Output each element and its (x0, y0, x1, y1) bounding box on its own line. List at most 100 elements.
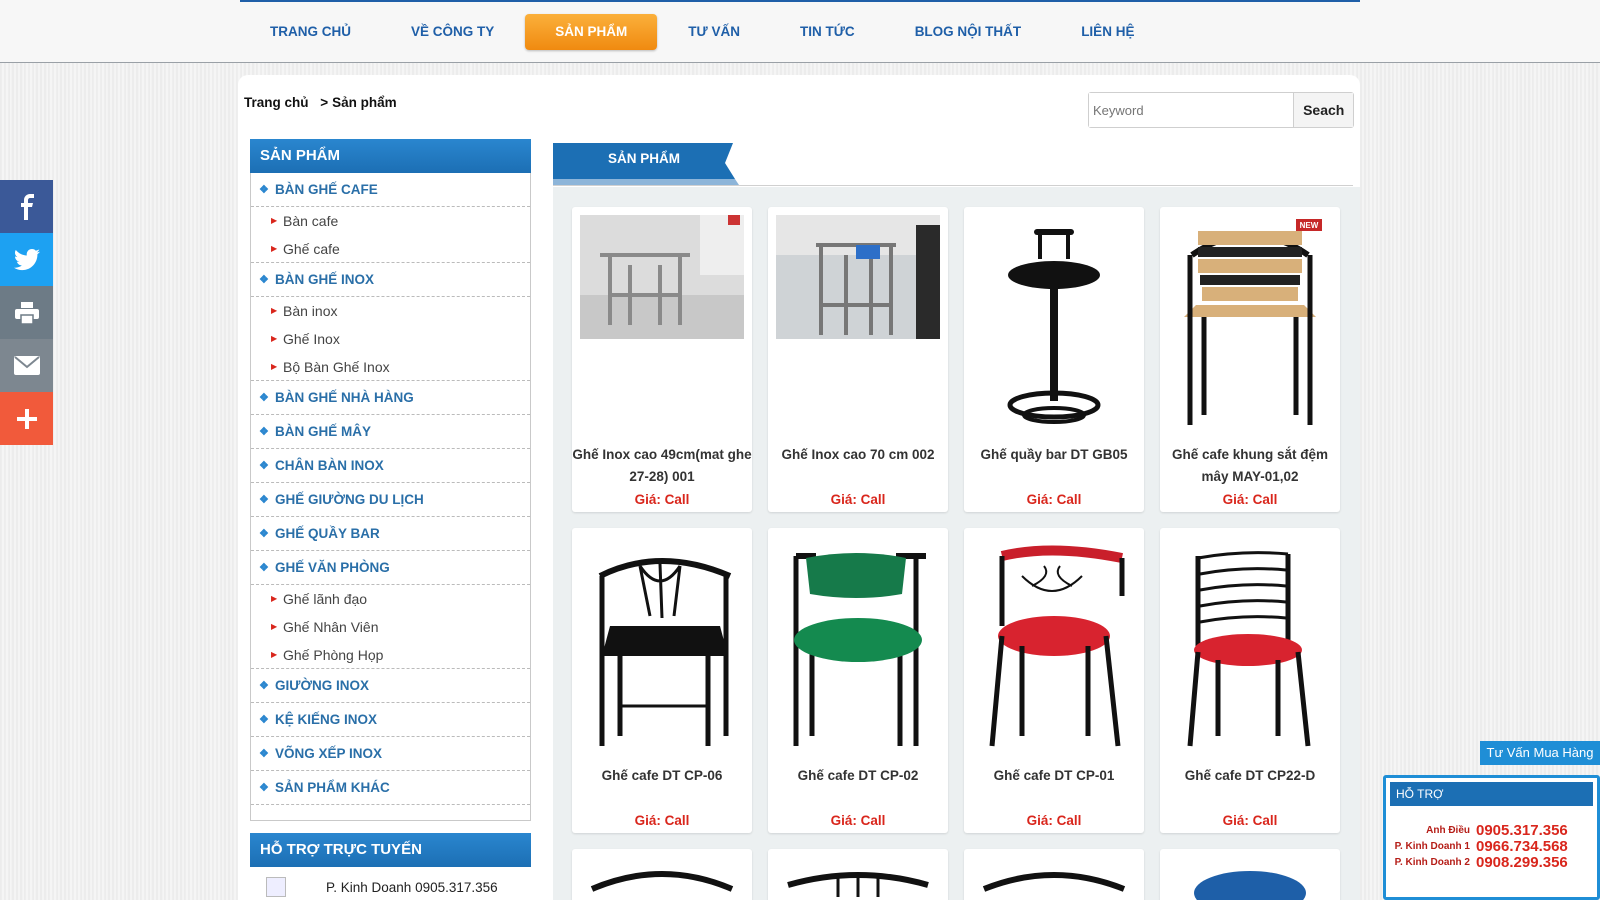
category-ghe-quay-bar[interactable]: ❖ GHẾ QUẦY BAR (251, 517, 530, 551)
subcategory-bo-ban-ghe-inox[interactable]: ▶ Bộ Bàn Ghế Inox (251, 353, 530, 381)
category-label: BÀN GHẾ MÂY (275, 423, 372, 439)
category-label: GHẾ GIƯỜNG DU LỊCH (275, 491, 424, 507)
search-box: Seach (1088, 92, 1354, 128)
category-ban-ghe-cafe[interactable]: ❖ BÀN GHẾ CAFE (251, 173, 530, 207)
subcategory-ghe-nhan-vien[interactable]: ▶ Ghế Nhân Viên (251, 613, 530, 641)
support-phone[interactable]: 0905.317.356 (1476, 822, 1568, 839)
bar-stool-icon (1007, 229, 1101, 424)
product-name: Ghế quầy bar DT GB05 (980, 447, 1128, 462)
nav-item-products[interactable]: SẢN PHẨM (525, 14, 658, 50)
support-contact-text: P. Kinh Doanh 0905.317.356 (326, 879, 498, 895)
category-label: VÕNG XẾP INOX (275, 745, 383, 761)
more-share-button[interactable] (0, 392, 53, 445)
breadcrumb-current: Sản phẩm (332, 95, 397, 110)
category-label: GHẾ QUẦY BAR (275, 525, 380, 541)
product-card[interactable]: Ghế cafe DT CP-02 Giá: Call (768, 528, 948, 833)
nav-item-about[interactable]: VỀ CÔNG TY (381, 14, 524, 50)
category-label: BÀN GHẾ INOX (275, 271, 375, 287)
category-vong-xep-inox[interactable]: ❖ VÕNG XẾP INOX (251, 737, 530, 771)
support-avatar (266, 877, 286, 897)
diamond-bullet-icon: ❖ (259, 561, 269, 574)
main-nav: TRANG CHỦ VỀ CÔNG TY SẢN PHẨM TƯ VẤN TIN… (240, 14, 1164, 50)
search-input[interactable] (1089, 93, 1294, 127)
product-card[interactable] (964, 849, 1144, 900)
product-card[interactable]: Ghế cafe DT CP22-D Giá: Call (1160, 528, 1340, 833)
subcategory-ghe-phong-hop[interactable]: ▶ Ghế Phòng Họp (251, 641, 530, 669)
diamond-bullet-icon: ❖ (259, 273, 269, 286)
product-card[interactable] (1160, 849, 1340, 900)
category-ban-ghe-may[interactable]: ❖ BÀN GHẾ MÂY (251, 415, 530, 449)
product-price: Giá: Call (830, 492, 886, 507)
product-card[interactable]: Ghế cafe DT CP-06 Giá: Call (572, 528, 752, 833)
product-card[interactable]: Ghế cafe DT CP-01 Giá: Call (964, 528, 1144, 833)
subcategory-ghe-cafe[interactable]: ▶ Ghế cafe (251, 235, 530, 263)
category-ban-ghe-inox[interactable]: ❖ BÀN GHẾ INOX (251, 263, 530, 297)
top-navbar: TRANG CHỦ VỀ CÔNG TY SẢN PHẨM TƯ VẤN TIN… (0, 0, 1600, 63)
nav-item-home[interactable]: TRANG CHỦ (240, 14, 381, 50)
triangle-bullet-icon: ▶ (271, 594, 278, 603)
buy-advice-tab[interactable]: Tư Vấn Mua Hàng (1480, 741, 1600, 765)
nav-item-consulting[interactable]: TƯ VẤN (658, 14, 770, 50)
product-card[interactable]: NEW Ghế cafe khung sắt đệm mây MAY-01,02… (1160, 207, 1340, 512)
diamond-bullet-icon: ❖ (259, 425, 269, 438)
products-section-header: SẢN PHẨM (553, 141, 1353, 186)
facebook-icon (20, 193, 34, 220)
new-badge: NEW (1300, 221, 1319, 230)
black-chair-icon (598, 558, 732, 746)
support-phone[interactable]: 0966.734.568 (1476, 838, 1568, 855)
category-label: GIƯỜNG INOX (275, 677, 369, 693)
category-san-pham-khac[interactable]: ❖ SẢN PHẨM KHÁC (251, 771, 530, 805)
category-chan-ban-inox[interactable]: ❖ CHÂN BÀN INOX (251, 449, 530, 483)
chair-thumbnail-icon (590, 871, 734, 892)
breadcrumb-home[interactable]: Trang chủ (244, 95, 309, 110)
subcategory-ghe-inox[interactable]: ▶ Ghế Inox (251, 325, 530, 353)
support-widget: HỖ TRỢ Anh Điều 0905.317.356 P. Kinh Doa… (1383, 775, 1600, 900)
triangle-bullet-icon: ▶ (271, 306, 278, 315)
subcategory-label: Ghế Inox (283, 331, 340, 347)
product-card[interactable]: Ghế quầy bar DT GB05 Giá: Call (964, 207, 1144, 512)
subcategory-ban-cafe[interactable]: ▶ Bàn cafe (251, 207, 530, 235)
twitter-share-button[interactable] (0, 233, 53, 286)
product-name: Ghế cafe khung sắt đệm mây MAY-01,02 (1171, 447, 1329, 484)
rattan-chair-icon: NEW (1184, 219, 1322, 425)
breadcrumb-separator: > (320, 95, 329, 110)
product-card[interactable]: Ghế Inox cao 70 cm 002 Giá: Call (768, 207, 948, 512)
subcategory-label: Ghế Nhân Viên (283, 619, 379, 635)
category-ghe-giuong-du-lich[interactable]: ❖ GHẾ GIƯỜNG DU LỊCH (251, 483, 530, 517)
product-card[interactable] (768, 849, 948, 900)
support-phone[interactable]: 0908.299.356 (1476, 854, 1568, 871)
social-share-bar (0, 180, 53, 445)
search-button[interactable]: Seach (1293, 93, 1353, 127)
product-price: Giá: Call (830, 813, 886, 828)
diamond-bullet-icon: ❖ (259, 713, 269, 726)
blue-stool-thumbnail-icon (1194, 871, 1306, 900)
nav-item-news[interactable]: TIN TỨC (770, 14, 885, 50)
category-ghe-van-phong[interactable]: ❖ GHẾ VĂN PHÒNG (251, 551, 530, 585)
diamond-bullet-icon: ❖ (259, 493, 269, 506)
category-ban-ghe-nha-hang[interactable]: ❖ BÀN GHẾ NHÀ HÀNG (251, 381, 530, 415)
navbar-accent-line (240, 0, 1360, 2)
online-support-title: HỖ TRỢ TRỰC TUYẾN (250, 833, 531, 867)
triangle-bullet-icon: ▶ (271, 216, 278, 225)
red-heart-chair-icon (989, 545, 1125, 747)
nav-item-contact[interactable]: LIÊN HỆ (1051, 14, 1164, 50)
subcategory-ban-inox[interactable]: ▶ Bàn inox (251, 297, 530, 325)
print-button[interactable] (0, 286, 53, 339)
category-giuong-inox[interactable]: ❖ GIƯỜNG INOX (251, 669, 530, 703)
subcategory-ghe-lanh-dao[interactable]: ▶ Ghế lãnh đạo (251, 585, 530, 613)
chair-thumbnail-icon (982, 872, 1126, 892)
triangle-bullet-icon: ▶ (271, 622, 278, 631)
triangle-bullet-icon: ▶ (271, 334, 278, 343)
category-label: BÀN GHẾ NHÀ HÀNG (275, 389, 414, 405)
category-label: SẢN PHẨM KHÁC (275, 779, 390, 795)
product-card[interactable] (572, 849, 752, 900)
facebook-share-button[interactable] (0, 180, 53, 233)
email-share-button[interactable] (0, 339, 53, 392)
product-name: Ghế cafe DT CP-06 (601, 768, 723, 783)
product-name: Ghế cafe DT CP-01 (993, 768, 1115, 783)
chair-thumbnail-icon (787, 872, 929, 897)
category-ke-kieng-inox[interactable]: ❖ KỆ KIẾNG INOX (251, 703, 530, 737)
nav-item-blog[interactable]: BLOG NỘI THẤT (885, 14, 1052, 50)
subcategory-label: Ghế lãnh đạo (283, 591, 368, 607)
product-card[interactable]: Ghế Inox cao 49cm(mat ghe 27-28) 001 Giá… (572, 207, 752, 512)
